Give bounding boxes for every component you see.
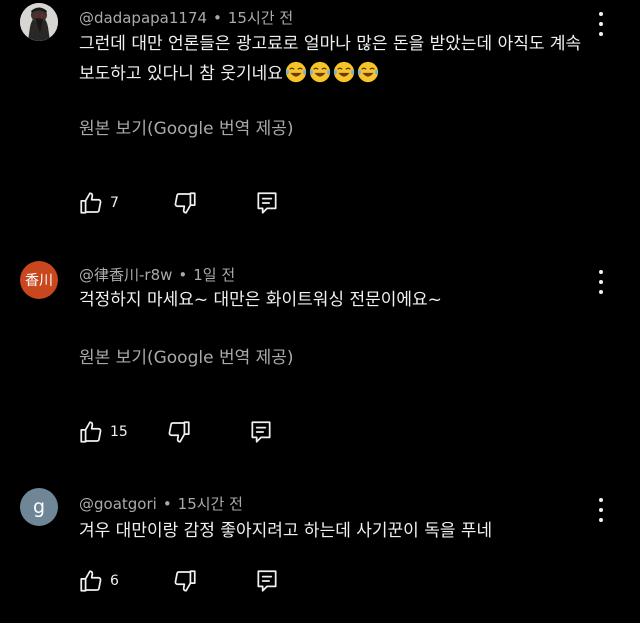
comment-text: 그런데 대만 언론들은 광고료로 얼마나 많은 돈을 받았는데 아직도 계속 보… bbox=[79, 29, 599, 89]
comment-time[interactable]: 15시간 전 bbox=[178, 495, 243, 513]
dislike-icon[interactable] bbox=[166, 419, 192, 445]
comment-actions: 6 bbox=[78, 567, 280, 595]
like-count: 7 bbox=[110, 195, 119, 211]
meta-separator: • bbox=[178, 266, 188, 284]
see-original-link[interactable]: 원본 보기(Google 번역 제공) bbox=[79, 343, 294, 368]
emoji-group bbox=[283, 61, 379, 84]
avatar-initials: 香川 bbox=[25, 273, 53, 289]
comment-time[interactable]: 15시간 전 bbox=[228, 9, 293, 27]
avatar[interactable] bbox=[20, 3, 58, 41]
comment-actions: 15 bbox=[78, 418, 274, 446]
comment-text: 걱정하지 마세요~ 대만은 화이트워싱 전문이에요~ bbox=[79, 290, 442, 310]
face-with-tears-of-joy-icon bbox=[285, 61, 306, 83]
reply-icon[interactable] bbox=[254, 568, 280, 594]
like-icon[interactable] bbox=[78, 419, 104, 445]
meta-separator: • bbox=[213, 9, 222, 27]
face-with-tears-of-joy-icon bbox=[333, 61, 354, 83]
avatar-initials: g bbox=[32, 496, 46, 518]
like-icon[interactable] bbox=[78, 568, 104, 594]
dislike-icon[interactable] bbox=[172, 190, 198, 216]
plague-doctor-avatar-icon bbox=[20, 3, 58, 41]
face-with-tears-of-joy-icon bbox=[357, 61, 378, 83]
reply-icon[interactable] bbox=[254, 190, 280, 216]
comment-meta: @goatgori • 15시간 전 bbox=[79, 493, 243, 514]
comment-time[interactable]: 1일 전 bbox=[193, 266, 235, 284]
comment-meta: @律香川-r8w • 1일 전 bbox=[79, 264, 235, 285]
like-count: 15 bbox=[110, 424, 128, 440]
comment-actions: 7 bbox=[78, 189, 280, 217]
author-name[interactable]: @goatgori bbox=[79, 495, 157, 513]
meta-separator: • bbox=[162, 495, 172, 513]
avatar[interactable]: g bbox=[20, 488, 58, 526]
author-name[interactable]: @dadapapa1174 bbox=[79, 9, 207, 27]
like-count: 6 bbox=[110, 573, 119, 589]
like-icon[interactable] bbox=[78, 190, 104, 216]
comment-meta: @dadapapa1174 • 15시간 전 bbox=[79, 7, 293, 28]
avatar[interactable]: 香川 bbox=[20, 261, 58, 299]
dislike-icon[interactable] bbox=[172, 568, 198, 594]
comment-text: 겨우 대만이랑 감정 좋아지려고 하는데 사기꾼이 독을 푸네 bbox=[79, 521, 493, 541]
reply-icon[interactable] bbox=[248, 419, 274, 445]
author-name[interactable]: @律香川-r8w bbox=[79, 266, 172, 284]
see-original-link[interactable]: 원본 보기(Google 번역 제공) bbox=[79, 114, 294, 139]
face-with-tears-of-joy-icon bbox=[309, 61, 330, 83]
